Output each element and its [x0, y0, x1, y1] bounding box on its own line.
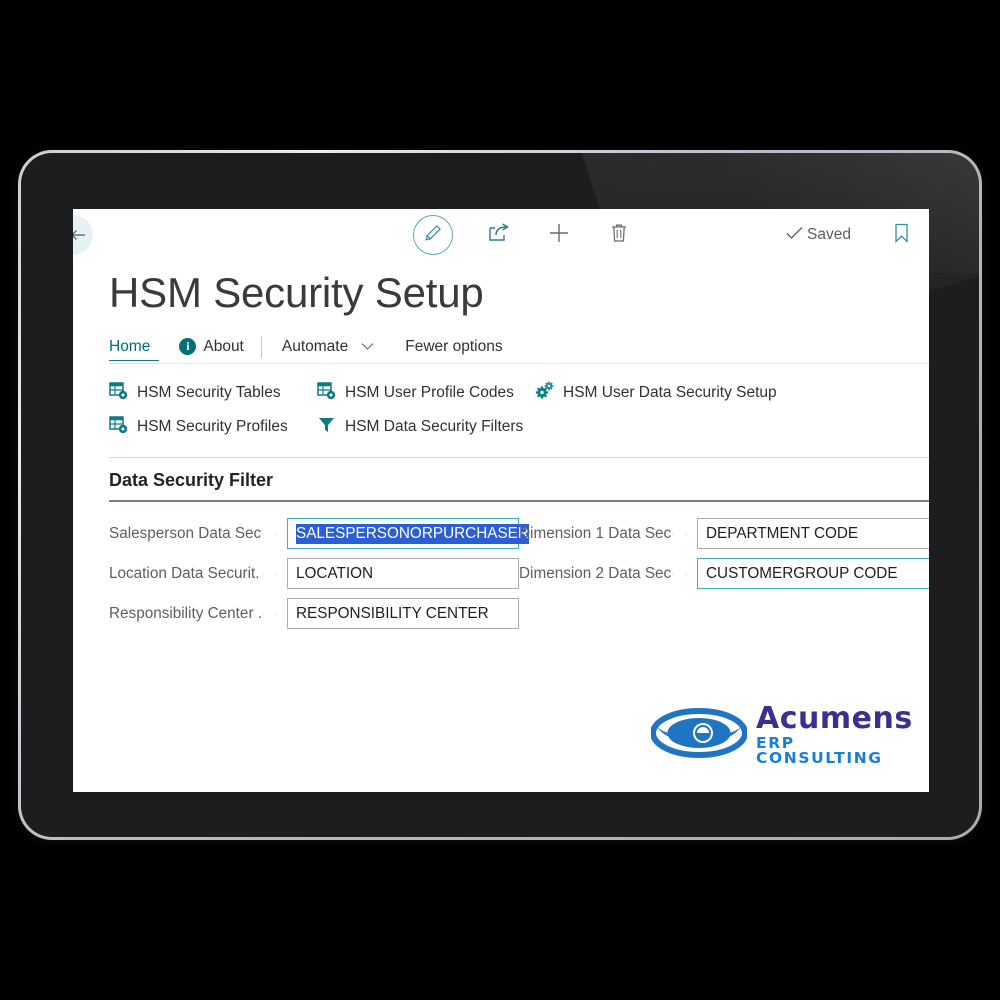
- nav-divider: [260, 336, 262, 358]
- ribbon-label: HSM Security Profiles: [137, 418, 288, 435]
- tab-fewer-options-label: Fewer options: [405, 337, 503, 355]
- tab-automate[interactable]: Automate: [282, 338, 383, 361]
- tab-fewer-options[interactable]: Fewer options: [405, 338, 511, 361]
- logo-name: Acumens: [756, 700, 913, 736]
- ribbon-label: HSM Data Security Filters: [345, 418, 524, 435]
- field-dot-leader: · ·: [671, 567, 691, 580]
- command-bar-actions: [413, 209, 633, 261]
- pencil-edit-icon: [424, 223, 443, 247]
- table-settings-icon: [109, 415, 128, 439]
- table-settings-icon: [109, 381, 128, 405]
- table-settings-icon: [317, 381, 336, 405]
- field-label: Salesperson Data Sec...: [109, 524, 261, 542]
- ribbon-label: HSM User Profile Codes: [345, 384, 514, 401]
- chevron-down-icon: [361, 342, 374, 351]
- field-dimension-2-data-security: Dimension 2 Data Sec... · · CUSTOMERGROU…: [519, 558, 929, 590]
- edit-button[interactable]: [413, 215, 453, 255]
- funnel-filter-icon: [317, 415, 336, 439]
- form-column-left: Salesperson Data Sec... · · SALESPERSONO…: [109, 518, 529, 630]
- field-dot-leader: · ·: [261, 527, 281, 540]
- tab-about[interactable]: i About: [179, 338, 253, 361]
- dimension-1-data-security-input[interactable]: DEPARTMENT CODE: [697, 518, 929, 550]
- new-button[interactable]: [545, 221, 573, 249]
- ribbon-actions: HSM Security Tables HSM User Profile Cod…: [73, 364, 929, 457]
- nav-tabs: Home i About Automate Fewer options: [73, 317, 929, 363]
- back-arrow-icon: [73, 228, 86, 242]
- field-dimension-1-data-security: Dimension 1 Data Sec... · · DEPARTMENT C…: [519, 518, 929, 550]
- field-dot-leader: · ·: [261, 607, 281, 620]
- command-bar: Saved: [73, 209, 929, 261]
- back-button[interactable]: [73, 215, 93, 255]
- logo-tagline: ERP CONSULTING: [756, 733, 883, 767]
- logo-text: Acumens ERP CONSULTING: [756, 700, 913, 767]
- responsibility-center-data-security-input[interactable]: RESPONSIBILITY CENTER: [287, 598, 519, 630]
- ribbon-label: HSM User Data Security Setup: [563, 384, 777, 401]
- dimension-2-data-security-input[interactable]: CUSTOMERGROUP CODE: [697, 558, 929, 590]
- share-button[interactable]: [485, 221, 513, 249]
- ribbon-hsm-user-profile-codes[interactable]: HSM User Profile Codes: [317, 381, 535, 405]
- form: Salesperson Data Sec... · · SALESPERSONO…: [109, 502, 929, 630]
- save-status: Saved: [786, 226, 851, 245]
- tab-about-label: About: [203, 337, 244, 355]
- tab-home[interactable]: Home: [109, 337, 160, 361]
- info-icon: i: [179, 338, 197, 355]
- field-label: Dimension 2 Data Sec...: [519, 564, 671, 582]
- field-label: Responsibility Center ...: [109, 604, 261, 622]
- plus-new-icon: [548, 222, 570, 249]
- field-value: LOCATION: [296, 564, 374, 582]
- field-salesperson-data-security: Salesperson Data Sec... · · SALESPERSONO…: [109, 518, 529, 550]
- ribbon-hsm-user-data-security-setup[interactable]: HSM User Data Security Setup: [535, 381, 929, 405]
- trash-delete-icon: [610, 223, 628, 248]
- tab-automate-label: Automate: [281, 337, 349, 355]
- field-dot-leader: · ·: [671, 527, 691, 540]
- field-location-data-security: Location Data Securit... · · LOCATION: [109, 558, 519, 590]
- field-value: SALESPERSONORPURCHASER: [296, 523, 529, 544]
- location-data-security-input[interactable]: LOCATION: [287, 558, 519, 590]
- section-title: Data Security Filter: [109, 470, 274, 490]
- acumens-logo: Acumens ERP CONSULTING: [650, 703, 912, 766]
- share-icon: [488, 222, 510, 248]
- field-responsibility-center-data-security: Responsibility Center ... · · RESPONSIBI…: [109, 598, 519, 630]
- field-dot-leader: · ·: [261, 567, 281, 580]
- ribbon-hsm-data-security-filters[interactable]: HSM Data Security Filters: [317, 415, 535, 439]
- field-value: RESPONSIBILITY CENTER: [296, 604, 489, 622]
- tablet-bezel: Saved HSM Security Setup Home i About Au…: [21, 153, 979, 837]
- ribbon-hsm-security-tables[interactable]: HSM Security Tables: [109, 381, 317, 405]
- bookmark-icon: [894, 223, 909, 248]
- salesperson-data-security-input[interactable]: SALESPERSONORPURCHASER: [287, 518, 529, 550]
- command-bar-status: Saved: [786, 209, 915, 261]
- field-value: CUSTOMERGROUP CODE: [706, 564, 898, 582]
- tablet-screen: Saved HSM Security Setup Home i About Au…: [73, 209, 929, 792]
- bookmark-button[interactable]: [887, 221, 915, 249]
- ribbon-hsm-security-profiles[interactable]: HSM Security Profiles: [109, 415, 317, 439]
- field-label: Location Data Securit...: [109, 564, 261, 582]
- field-label: Dimension 1 Data Sec...: [519, 524, 671, 542]
- gears-icon: [535, 381, 554, 405]
- save-status-label: Saved: [807, 226, 851, 243]
- delete-button[interactable]: [605, 221, 633, 249]
- ribbon-label: HSM Security Tables: [137, 384, 281, 401]
- acumens-eye-logo-icon: [650, 705, 748, 766]
- tab-home-label: Home: [109, 337, 151, 355]
- tablet-device-frame: Saved HSM Security Setup Home i About Au…: [18, 150, 982, 840]
- data-security-filter-section: Data Security Filter Salesperson Data Se…: [73, 458, 929, 630]
- screenshot-root: Saved HSM Security Setup Home i About Au…: [0, 0, 1000, 1000]
- check-icon: [786, 226, 803, 245]
- field-value: DEPARTMENT CODE: [706, 524, 859, 542]
- form-column-right: Dimension 1 Data Sec... · · DEPARTMENT C…: [519, 518, 929, 630]
- page-title: HSM Security Setup: [109, 269, 484, 316]
